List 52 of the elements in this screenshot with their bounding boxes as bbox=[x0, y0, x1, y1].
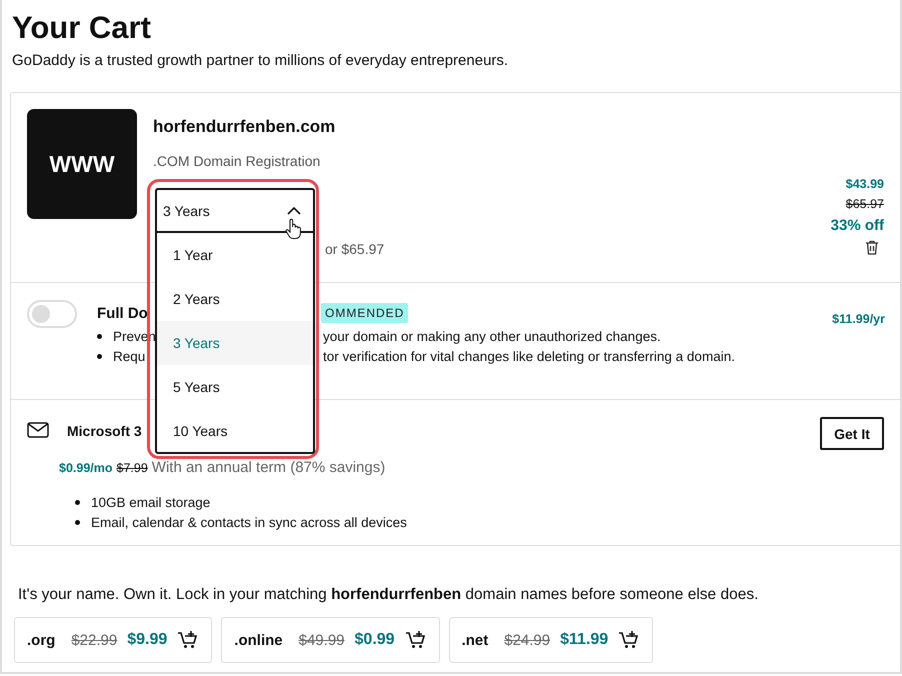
dropdown-option[interactable]: 1 Year bbox=[157, 233, 313, 277]
renewal-note: or $65.97 bbox=[325, 241, 386, 257]
original-price: $24.99 bbox=[504, 632, 550, 648]
discount: 33% off bbox=[830, 217, 884, 234]
offer-title: Microsoft 3 bbox=[67, 423, 142, 439]
domain-extension: .online bbox=[234, 632, 283, 648]
trash-icon[interactable] bbox=[865, 240, 879, 255]
toggle-switch[interactable] bbox=[27, 300, 77, 328]
recommended-badge: OMMENDED bbox=[321, 303, 408, 323]
add-to-cart-icon[interactable] bbox=[177, 630, 200, 650]
get-it-button[interactable]: Get It bbox=[820, 417, 884, 450]
original-price: $22.99 bbox=[71, 632, 118, 648]
original-price: $49.99 bbox=[298, 632, 345, 648]
offer-price: $0.99/mo bbox=[59, 461, 113, 475]
original-price: $65.97 bbox=[846, 197, 884, 211]
bullet-text: your domain or making any other unauthorized changes. bbox=[323, 328, 661, 344]
dropdown-option[interactable]: 5 Years bbox=[157, 365, 313, 409]
add-to-cart-icon[interactable] bbox=[618, 630, 640, 650]
bullet-text: 10GB email storage bbox=[91, 494, 210, 510]
bullet-text: Requ bbox=[113, 348, 146, 364]
dropdown-option[interactable]: 10 Years bbox=[157, 409, 313, 453]
add-to-cart-icon[interactable] bbox=[404, 630, 427, 650]
domain-suggestion-card[interactable]: .org $22.99 $9.99 bbox=[14, 617, 212, 663]
hand-cursor-icon bbox=[285, 218, 301, 240]
dropdown-option[interactable]: 2 Years bbox=[157, 277, 313, 321]
bullet-icon bbox=[97, 354, 102, 358]
price: $0.99 bbox=[354, 631, 395, 649]
dropdown-option[interactable]: 3 Years bbox=[157, 321, 313, 365]
bullet-icon bbox=[97, 334, 102, 338]
bullet-text: tor verification for vital changes like deleting or transferring a domain. bbox=[323, 348, 735, 364]
product-type: .COM Domain Registration bbox=[153, 153, 322, 169]
bullet-text: Email, calendar & contacts in sync across all devices bbox=[91, 514, 407, 530]
domain-name: horfendurrfenben.com bbox=[153, 117, 336, 137]
protection-title: Full Do bbox=[97, 304, 149, 322]
suggestion-text: It's your name. Own it. Lock in your matching horfendurrfenben domain names before someone else does. bbox=[18, 586, 760, 604]
original-price: $7.99 bbox=[116, 461, 148, 475]
price: $11.99 bbox=[560, 631, 608, 649]
protection-price: $11.99/yr bbox=[832, 312, 885, 328]
mail-icon bbox=[27, 422, 49, 438]
domain-logo: WWW bbox=[27, 109, 137, 219]
domain-extension: .org bbox=[27, 632, 56, 648]
page-subtitle: GoDaddy is a trusted growth partner to millions of everyday entrepreneurs. bbox=[12, 52, 510, 69]
bullet-icon bbox=[75, 500, 80, 504]
domain-extension: .net bbox=[462, 632, 488, 648]
price: $43.99 bbox=[846, 177, 884, 191]
page-title: Your Cart bbox=[12, 9, 152, 47]
bullet-icon bbox=[75, 520, 80, 524]
offer-note: With an annual term (87% savings) bbox=[152, 459, 386, 476]
chevron-up-icon bbox=[287, 206, 301, 215]
domain-suggestion-card[interactable]: .online $49.99 $0.99 bbox=[221, 617, 440, 663]
domain-suggestion-card[interactable]: .net $24.99 $11.99 bbox=[448, 617, 654, 663]
price: $9.99 bbox=[127, 631, 168, 649]
